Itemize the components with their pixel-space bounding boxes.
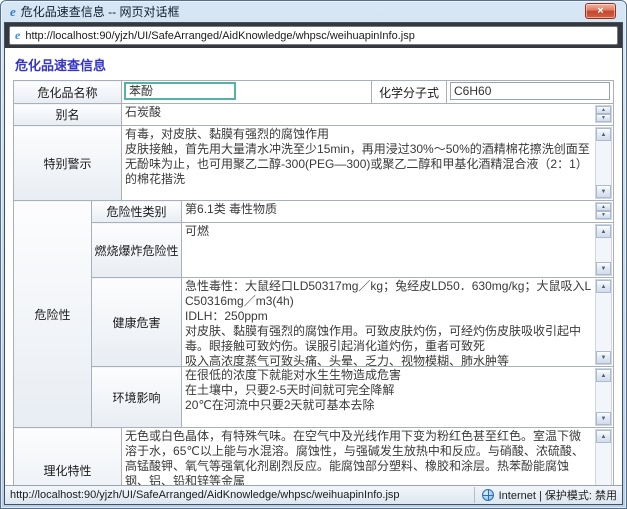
window-title: 危化品速查信息 -- 网页对话框 — [21, 3, 180, 20]
label-warning: 特别警示 — [14, 126, 122, 201]
environment-textarea[interactable]: 在很低的浓度下就能对水生生物造成危害 在土壤中，只要2-5天时间就可完全降解 2… — [182, 367, 594, 427]
scroll-up-icon[interactable]: ▲ — [596, 203, 611, 211]
flammability-scrollbar[interactable]: ▲ ▼ — [595, 224, 612, 276]
alias-textarea[interactable]: 石炭酸 — [122, 104, 594, 124]
hazard-category-textarea[interactable]: 第6.1类 毒性物质 — [182, 201, 594, 221]
chemical-name-input[interactable]: 苯酚 — [124, 82, 236, 100]
scroll-up-icon[interactable]: ▲ — [596, 128, 611, 141]
url-box[interactable]: e http://localhost:90/yjzh/UI/SafeArrang… — [9, 26, 618, 45]
warning-textarea[interactable]: 有毒，对皮肤、黏膜有强烈的腐蚀作用 皮肤接触，首先用大量清水冲洗至少15min，… — [122, 126, 594, 200]
scroll-down-icon[interactable]: ▼ — [596, 262, 611, 275]
label-flammability: 燃烧爆炸危险性 — [92, 223, 182, 278]
scroll-track[interactable] — [596, 141, 611, 185]
hazard-category-scrollbar[interactable]: ▲ ▼ — [595, 202, 612, 220]
scroll-down-icon[interactable]: ▼ — [596, 185, 611, 198]
globe-icon — [482, 489, 494, 501]
flammability-textarea[interactable]: 可燃 — [182, 223, 594, 277]
label-alias: 别名 — [14, 104, 122, 126]
hazard-category-label: 危险性类别 — [107, 205, 167, 219]
ie-icon: e — [10, 4, 16, 20]
alias-scrollbar[interactable]: ▲ ▼ — [595, 105, 612, 123]
scroll-track[interactable] — [596, 293, 611, 351]
formula-cell: C6H60 — [447, 81, 614, 104]
warning-scrollbar[interactable]: ▲ ▼ — [595, 127, 612, 199]
health-scrollbar[interactable]: ▲ ▼ — [595, 279, 612, 365]
hazard-category-cell: 第6.1类 毒性物质 ▲ ▼ — [182, 201, 614, 223]
properties-label: 理化特性 — [44, 464, 92, 478]
formula-input[interactable]: C6H60 — [450, 82, 610, 100]
label-chemical-name: 危化品名称 — [14, 81, 122, 104]
scroll-up-icon[interactable]: ▲ — [596, 369, 611, 382]
label-health: 健康危害 — [92, 278, 182, 367]
address-bar: e http://localhost:90/yjzh/UI/SafeArrang… — [5, 23, 622, 48]
status-bar: http://localhost:90/yjzh/UI/SafeArranged… — [5, 485, 622, 504]
ie-page-icon: e — [15, 28, 20, 43]
status-zone-text: Internet | 保护模式: 禁用 — [499, 487, 617, 503]
scroll-up-icon[interactable]: ▲ — [596, 430, 611, 443]
chemical-name-cell: 苯酚 — [122, 81, 372, 104]
scroll-up-icon[interactable]: ▲ — [596, 225, 611, 238]
scroll-down-icon[interactable]: ▼ — [596, 412, 611, 425]
formula-label: 化学分子式 — [379, 86, 439, 100]
warning-cell: 有毒，对皮肤、黏膜有强烈的腐蚀作用 皮肤接触，首先用大量清水冲洗至少15min，… — [122, 126, 614, 201]
properties-textarea[interactable]: 无色或白色晶体，有特殊气味。在空气中及光线作用下变为粉红色甚至红色。室温下微溶于… — [122, 428, 594, 485]
url-text: http://localhost:90/yjzh/UI/SafeArranged… — [25, 30, 415, 42]
health-textarea[interactable]: 急性毒性：大鼠经口LD50317mg／kg；兔经皮LD50．630mg/kg；大… — [182, 278, 594, 366]
flammability-label: 燃烧爆炸危险性 — [95, 244, 179, 258]
properties-scrollbar[interactable]: ▲ ▼ — [595, 429, 612, 485]
close-button[interactable]: × — [585, 3, 616, 19]
environment-label: 环境影响 — [113, 391, 161, 405]
scroll-track[interactable] — [596, 443, 611, 485]
info-table: 危化品名称 苯酚 化学分子式 C6H60 别名 — [13, 80, 614, 485]
label-hazard: 危险性 — [14, 201, 92, 428]
label-formula: 化学分子式 — [372, 81, 447, 104]
scroll-up-icon[interactable]: ▲ — [596, 280, 611, 293]
chemical-name-label: 危化品名称 — [38, 86, 98, 100]
title-bar[interactable]: e 危化品速查信息 -- 网页对话框 × — [4, 1, 623, 22]
client-area: e http://localhost:90/yjzh/UI/SafeArrang… — [4, 22, 623, 505]
label-properties: 理化特性 — [14, 428, 122, 486]
hazard-label: 危险性 — [34, 308, 70, 322]
alias-cell: 石炭酸 ▲ ▼ — [122, 104, 614, 126]
dialog-window: e 危化品速查信息 -- 网页对话框 × e http://localhost:… — [0, 0, 627, 509]
page-title: 危化品速查信息 — [15, 55, 614, 74]
label-hazard-category: 危险性类别 — [92, 201, 182, 223]
environment-cell: 在很低的浓度下就能对水生生物造成危害 在土壤中，只要2-5天时间就可完全降解 2… — [182, 367, 614, 428]
scroll-up-icon[interactable]: ▲ — [596, 106, 611, 114]
health-label: 健康危害 — [113, 316, 161, 330]
status-url: http://localhost:90/yjzh/UI/SafeArranged… — [10, 489, 400, 501]
alias-label: 别名 — [56, 108, 80, 122]
warning-label: 特别警示 — [44, 157, 92, 171]
scroll-down-icon[interactable]: ▼ — [596, 114, 611, 122]
label-environment: 环境影响 — [92, 367, 182, 428]
health-cell: 急性毒性：大鼠经口LD50317mg／kg；兔经皮LD50．630mg/kg；大… — [182, 278, 614, 367]
environment-scrollbar[interactable]: ▲ ▼ — [595, 368, 612, 426]
scroll-track[interactable] — [596, 382, 611, 412]
properties-cell: 无色或白色晶体，有特殊气味。在空气中及光线作用下变为粉红色甚至红色。室温下微溶于… — [122, 428, 614, 486]
scroll-track[interactable] — [596, 238, 611, 262]
scroll-down-icon[interactable]: ▼ — [596, 211, 611, 219]
flammability-cell: 可燃 ▲ ▼ — [182, 223, 614, 278]
scroll-down-icon[interactable]: ▼ — [596, 351, 611, 364]
page-content: 危化品速查信息 危化品名称 苯酚 化学分子式 — [5, 48, 622, 485]
status-zone: Internet | 保护模式: 禁用 — [474, 487, 617, 503]
